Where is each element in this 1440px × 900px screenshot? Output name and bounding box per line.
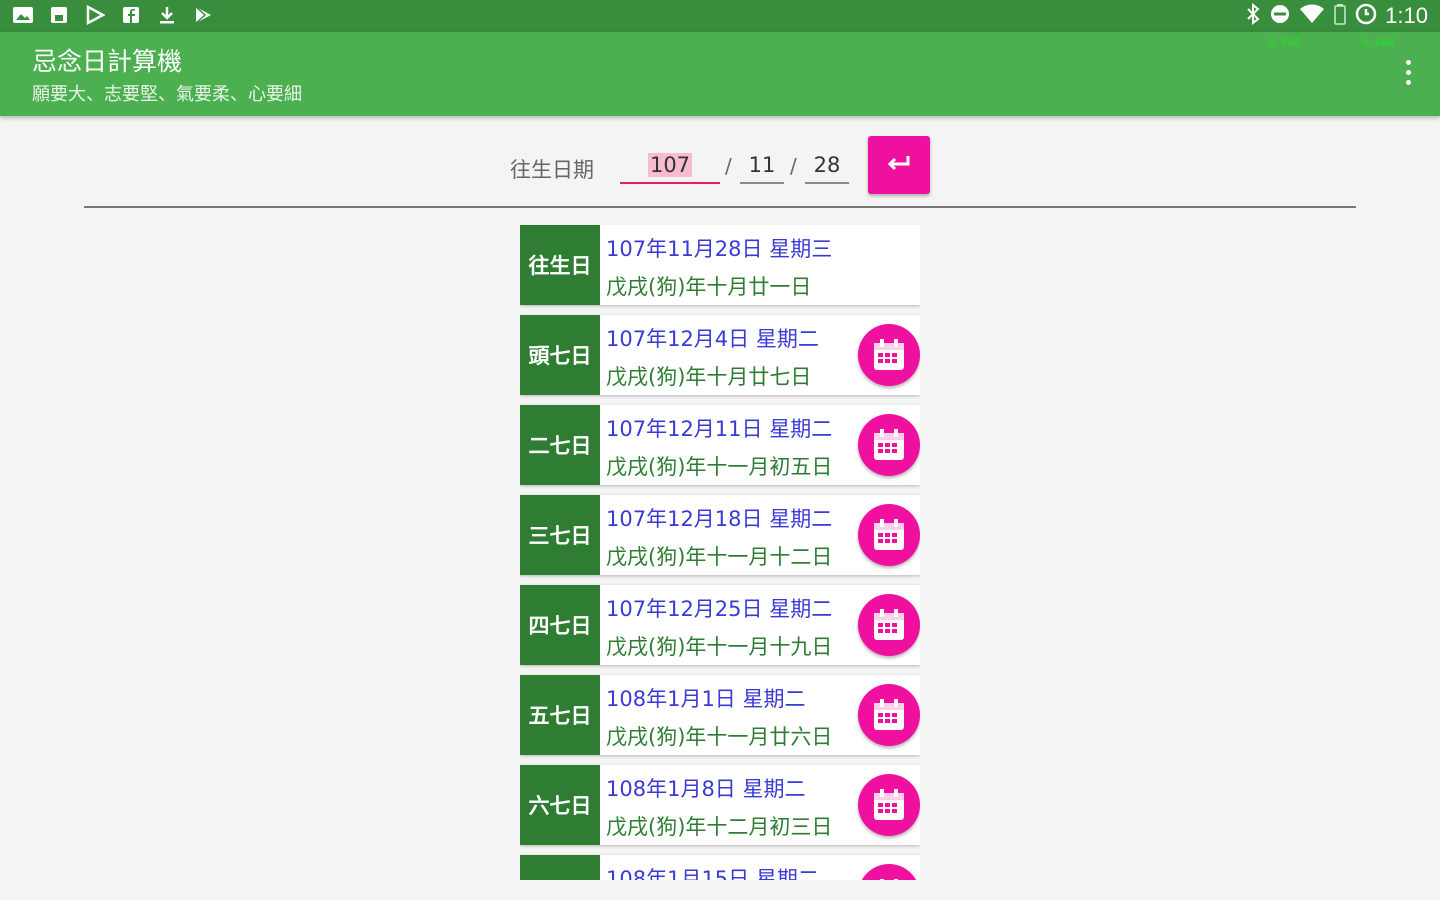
app-subtitle: 願要大、志要堅、氣要柔、心要細 xyxy=(32,84,302,105)
calculate-button[interactable] xyxy=(868,136,930,194)
lunar-date: 戊戌(狗)年十二月初三日 xyxy=(606,815,833,839)
month-input[interactable]: 11 xyxy=(740,148,784,184)
add-to-calendar-button[interactable] xyxy=(858,684,920,746)
add-to-calendar-button[interactable] xyxy=(858,594,920,656)
lunar-date: 戊戌(狗)年十月廿一日 xyxy=(606,275,812,299)
divider xyxy=(84,206,1356,208)
day-tag: 頭七日 xyxy=(520,315,600,395)
date-separator: / xyxy=(725,154,732,178)
lunar-date: 戊戌(狗)年十一月初五日 xyxy=(606,455,833,479)
list-item: 六七日 108年1月8日 星期二 戊戌(狗)年十二月初三日 xyxy=(520,765,920,845)
calendar-icon xyxy=(874,519,904,550)
list-item: 五七日 108年1月1日 星期二 戊戌(狗)年十一月廿六日 xyxy=(520,675,920,755)
facebook-icon xyxy=(120,4,142,26)
clock: 1:10 xyxy=(1385,3,1428,28)
status-bar-notifications xyxy=(12,4,214,26)
solar-date: 108年1月8日 星期二 xyxy=(606,777,806,801)
day-tag xyxy=(520,855,600,880)
list-item: 頭七日 107年12月4日 星期二 戊戌(狗)年十月廿七日 xyxy=(520,315,920,395)
day-tag: 三七日 xyxy=(520,495,600,575)
return-arrow-icon xyxy=(887,156,910,171)
date-input-row: 往生日期 107 / 11 / 28 xyxy=(0,136,1440,196)
date-separator: / xyxy=(790,154,797,178)
add-to-calendar-button[interactable] xyxy=(858,504,920,566)
calendar-icon xyxy=(874,699,904,730)
solar-date: 107年12月11日 星期二 xyxy=(606,417,833,441)
year-value: 107 xyxy=(647,153,693,177)
gallery-icon xyxy=(12,4,34,26)
lunar-date: 戊戌(狗)年十一月十九日 xyxy=(606,635,833,659)
lunar-date: 戊戌(狗)年十月廿七日 xyxy=(606,365,812,389)
list-item: 108年1月15日 星期二 xyxy=(520,855,920,880)
net-speed-down: 0.0KB xyxy=(1268,38,1302,50)
download-icon xyxy=(156,4,178,26)
day-tag: 往生日 xyxy=(520,225,600,305)
list-item: 四七日 107年12月25日 星期二 戊戌(狗)年十一月十九日 xyxy=(520,585,920,665)
calendar-icon xyxy=(874,609,904,640)
year-input[interactable]: 107 xyxy=(620,148,720,184)
save-icon xyxy=(48,4,70,26)
add-to-calendar-button[interactable] xyxy=(858,864,920,880)
calendar-icon xyxy=(874,339,904,370)
day-tag: 五七日 xyxy=(520,675,600,755)
overflow-menu-button[interactable] xyxy=(1400,60,1416,88)
calendar-icon xyxy=(874,789,904,820)
solar-date: 107年12月18日 星期二 xyxy=(606,507,833,531)
do-not-disturb-icon xyxy=(1269,3,1291,29)
app-bar: 忌念日計算機 願要大、志要堅、氣要柔、心要細 0.0KB 0.0KB xyxy=(0,32,1440,116)
net-speed-up: 0.0KB xyxy=(1362,38,1396,50)
battery-icon xyxy=(1333,3,1347,29)
solar-date: 107年12月25日 星期二 xyxy=(606,597,833,621)
solar-date: 108年1月15日 星期二 xyxy=(606,867,819,880)
list-item: 三七日 107年12月18日 星期二 戊戌(狗)年十一月十二日 xyxy=(520,495,920,575)
play-store-icon xyxy=(84,4,106,26)
more-vert-dot xyxy=(1405,80,1411,85)
more-vert-dot xyxy=(1405,70,1411,75)
bluetooth-icon xyxy=(1245,2,1261,29)
date-label: 往生日期 xyxy=(510,158,594,182)
calendar-icon xyxy=(880,879,898,880)
lunar-date: 戊戌(狗)年十一月廿六日 xyxy=(606,725,833,749)
wifi-icon xyxy=(1299,3,1325,29)
add-to-calendar-button[interactable] xyxy=(858,414,920,476)
solar-date: 107年12月4日 星期二 xyxy=(606,327,819,351)
lunar-date: 戊戌(狗)年十一月十二日 xyxy=(606,545,833,569)
status-bar-system: 1:10 xyxy=(1245,2,1428,29)
alarm-icon xyxy=(1355,3,1377,29)
more-vert-icon xyxy=(1405,60,1411,65)
status-bar: 1:10 xyxy=(0,0,1440,32)
memorial-day-list[interactable]: 往生日 107年11月28日 星期三 戊戌(狗)年十月廿一日 頭七日 107年1… xyxy=(520,225,920,880)
add-to-calendar-button[interactable] xyxy=(858,774,920,836)
list-item: 往生日 107年11月28日 星期三 戊戌(狗)年十月廿一日 xyxy=(520,225,920,305)
google-play-icon xyxy=(192,4,214,26)
calendar-icon xyxy=(874,429,904,460)
list-item: 二七日 107年12月11日 星期二 戊戌(狗)年十一月初五日 xyxy=(520,405,920,485)
day-tag: 六七日 xyxy=(520,765,600,845)
solar-date: 108年1月1日 星期二 xyxy=(606,687,806,711)
day-tag: 二七日 xyxy=(520,405,600,485)
app-title: 忌念日計算機 xyxy=(32,47,183,76)
day-input[interactable]: 28 xyxy=(805,148,849,184)
add-to-calendar-button[interactable] xyxy=(858,324,920,386)
day-tag: 四七日 xyxy=(520,585,600,665)
solar-date: 107年11月28日 星期三 xyxy=(606,237,833,261)
